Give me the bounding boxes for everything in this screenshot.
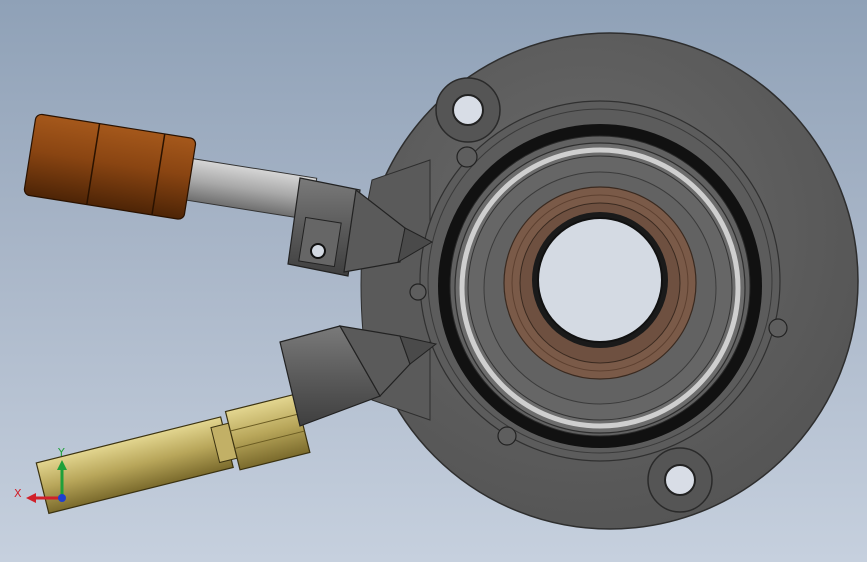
locating-pin[interactable] <box>409 283 427 301</box>
locating-pin[interactable] <box>497 426 517 446</box>
mounting-ear-bottom[interactable] <box>647 447 713 513</box>
locating-pin[interactable] <box>768 318 788 338</box>
bleed-hole-icon <box>310 243 326 259</box>
z-axis-dot <box>58 494 66 502</box>
hydraulic-line-fitting[interactable] <box>23 113 320 240</box>
bleeder-screw[interactable] <box>35 393 311 517</box>
y-axis-label: Y <box>57 446 65 459</box>
mounting-ear-top[interactable] <box>435 77 501 143</box>
center-bore[interactable] <box>532 212 668 348</box>
model-scene[interactable]: X Y <box>0 0 867 562</box>
locating-pin[interactable] <box>456 146 478 168</box>
x-axis-label: X <box>14 487 22 500</box>
cad-graphics-viewport[interactable]: X Y <box>0 0 867 562</box>
